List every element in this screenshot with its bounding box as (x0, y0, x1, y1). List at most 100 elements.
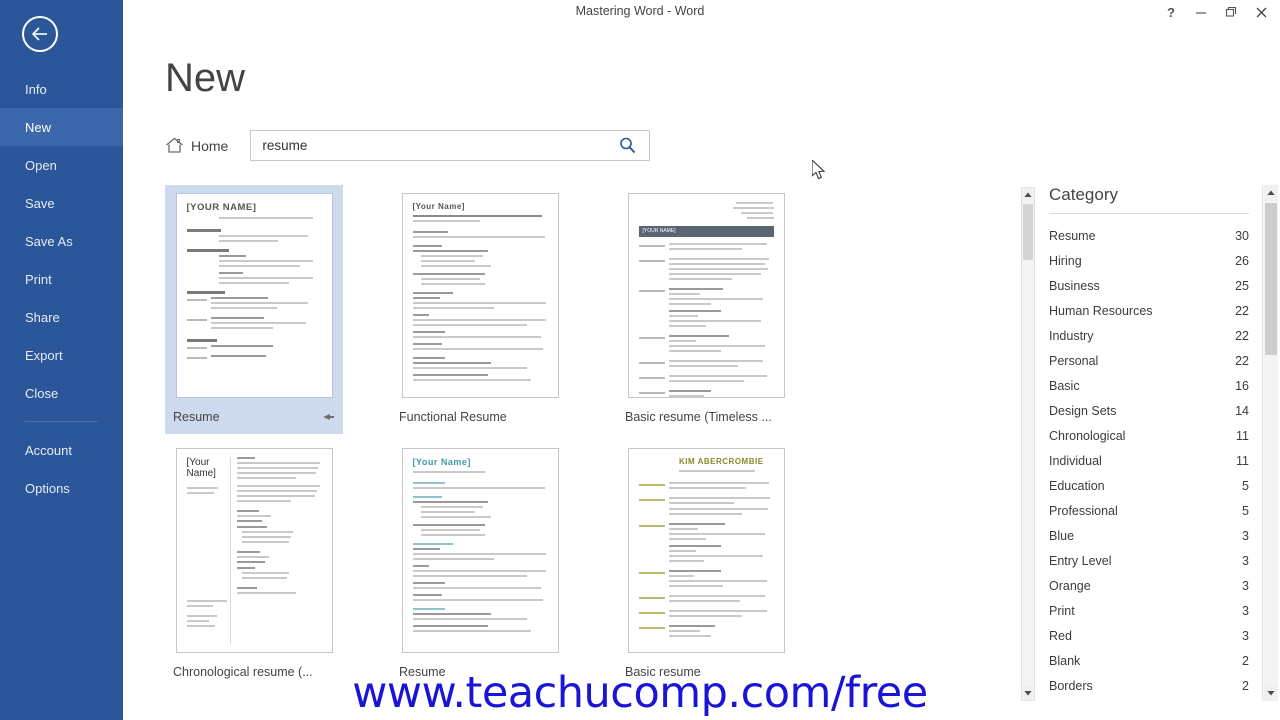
category-item-red[interactable]: Red 3 (1049, 623, 1249, 648)
sidebar-nav: Info New Open Save Save As Print Share E… (0, 70, 123, 507)
template-gallery: [YOUR NAME] Resume [Your Name] Functiona… (165, 185, 1005, 689)
category-scrollbar-thumb[interactable] (1265, 203, 1277, 355)
window-controls: ? (1156, 0, 1276, 24)
sidebar-item-info[interactable]: Info (0, 70, 123, 108)
help-button[interactable]: ? (1156, 0, 1186, 24)
sidebar-item-label: Close (25, 385, 59, 401)
category-item-orange[interactable]: Orange 3 (1049, 573, 1249, 598)
back-button[interactable] (22, 16, 58, 52)
category-label: Basic (1049, 378, 1080, 393)
template-card[interactable]: KIM ABERCROMBIE Basic resume (617, 440, 795, 689)
restore-icon (1225, 6, 1237, 17)
sidebar-item-print[interactable]: Print (0, 260, 123, 298)
sidebar-item-label: New (25, 119, 52, 135)
watermark-text: www.teachucomp.com/free (352, 668, 928, 718)
thumbnail-art: [YOUR NAME] (638, 202, 774, 397)
search-input[interactable] (251, 131, 610, 160)
category-label: Education (1049, 478, 1105, 493)
search-button[interactable] (609, 131, 645, 160)
category-count: 5 (1242, 478, 1249, 493)
category-count: 16 (1235, 378, 1249, 393)
category-item-resume[interactable]: Resume 30 (1049, 223, 1249, 248)
category-count: 2 (1242, 653, 1249, 668)
category-count: 11 (1236, 453, 1249, 468)
word-backstage-new-screen: Mastering Word - Word ? Info New Open Sa… (0, 0, 1280, 720)
sidebar-item-save-as[interactable]: Save As (0, 222, 123, 260)
thumbnail-art: [Your Name] (412, 457, 548, 644)
template-thumbnail: [Your Name] (401, 448, 559, 653)
template-card[interactable]: [Your Name] (165, 440, 343, 689)
chevron-up-icon (1024, 192, 1032, 197)
category-count: 3 (1242, 603, 1249, 618)
sidebar-item-label: Options (25, 480, 70, 496)
category-item-professional[interactable]: Professional 5 (1049, 498, 1249, 523)
category-item-print[interactable]: Print 3 (1049, 598, 1249, 623)
category-scroll-up-button[interactable] (1264, 185, 1278, 201)
category-item-hiring[interactable]: Hiring 26 (1049, 248, 1249, 273)
sidebar-item-save[interactable]: Save (0, 184, 123, 222)
gallery-scrollbar[interactable] (1021, 187, 1035, 701)
category-item-individual[interactable]: Individual 11 (1049, 448, 1249, 473)
sidebar-item-options[interactable]: Options (0, 469, 123, 507)
category-scrollbar[interactable] (1262, 185, 1278, 701)
category-title: Category (1049, 185, 1118, 204)
category-count: 3 (1242, 528, 1249, 543)
scroll-up-button[interactable] (1022, 188, 1034, 202)
close-button[interactable] (1246, 0, 1276, 24)
category-item-blue[interactable]: Blue 3 (1049, 523, 1249, 548)
category-count: 30 (1235, 228, 1249, 243)
search-box[interactable] (250, 130, 651, 161)
back-arrow-icon (31, 27, 47, 41)
template-card[interactable]: [Your Name] (391, 440, 569, 689)
restore-button[interactable] (1216, 0, 1246, 24)
category-count: 25 (1235, 278, 1249, 293)
sidebar-item-open[interactable]: Open (0, 146, 123, 184)
sidebar-item-label: Share (25, 309, 60, 325)
category-label: Red (1049, 628, 1072, 643)
thumb-name-text: [YOUR NAME] (642, 228, 676, 234)
home-link[interactable]: Home (165, 137, 228, 154)
category-label: Hiring (1049, 253, 1082, 268)
category-label: Orange (1049, 578, 1091, 593)
thumb-name-text: [Your Name] (412, 202, 465, 211)
search-icon (620, 137, 636, 154)
thumbnail-art: [YOUR NAME] (186, 202, 322, 389)
pin-icon[interactable] (321, 410, 335, 424)
thumbnail-art: KIM ABERCROMBIE (638, 457, 774, 644)
sidebar-item-new[interactable]: New (0, 108, 123, 146)
backstage-sidebar: Info New Open Save Save As Print Share E… (0, 0, 123, 720)
sidebar-item-account[interactable]: Account (0, 431, 123, 469)
category-item-basic[interactable]: Basic 16 (1049, 373, 1249, 398)
chevron-up-icon (1267, 190, 1275, 195)
category-label: Individual (1049, 453, 1102, 468)
sidebar-item-close[interactable]: Close (0, 374, 123, 412)
minimize-button[interactable] (1186, 0, 1216, 24)
template-thumbnail: [YOUR NAME] (627, 193, 785, 398)
category-item-personal[interactable]: Personal 22 (1049, 348, 1249, 373)
category-item-design-sets[interactable]: Design Sets 14 (1049, 398, 1249, 423)
category-item-business[interactable]: Business 25 (1049, 273, 1249, 298)
template-card[interactable]: [YOUR NAME] (617, 185, 795, 434)
category-item-human-resources[interactable]: Human Resources 22 (1049, 298, 1249, 323)
category-item-industry[interactable]: Industry 22 (1049, 323, 1249, 348)
category-item-entry-level[interactable]: Entry Level 3 (1049, 548, 1249, 573)
category-label: Resume (1049, 228, 1096, 243)
category-count: 3 (1242, 553, 1249, 568)
template-thumbnail: KIM ABERCROMBIE (627, 448, 785, 653)
sidebar-item-share[interactable]: Share (0, 298, 123, 336)
title-bar: Mastering Word - Word ? (0, 0, 1280, 26)
sidebar-item-label: Info (25, 81, 47, 97)
category-item-chronological[interactable]: Chronological 11 (1049, 423, 1249, 448)
template-label: Functional Resume (399, 410, 507, 424)
category-label: Blank (1049, 653, 1081, 668)
search-row: Home (165, 130, 651, 161)
template-card[interactable]: [YOUR NAME] (165, 185, 343, 434)
template-grid-row-2: [Your Name] Chronological resume (... [Y… (165, 440, 1005, 689)
template-grid-row-1: [YOUR NAME] Resume [Your Name] Functiona… (165, 185, 1005, 434)
template-card[interactable]: [Your Name] (391, 185, 569, 434)
category-divider (1049, 213, 1249, 214)
scrollbar-thumb[interactable] (1023, 204, 1033, 260)
category-item-education[interactable]: Education 5 (1049, 473, 1249, 498)
sidebar-item-export[interactable]: Export (0, 336, 123, 374)
sidebar-item-label: Save As (25, 233, 73, 249)
